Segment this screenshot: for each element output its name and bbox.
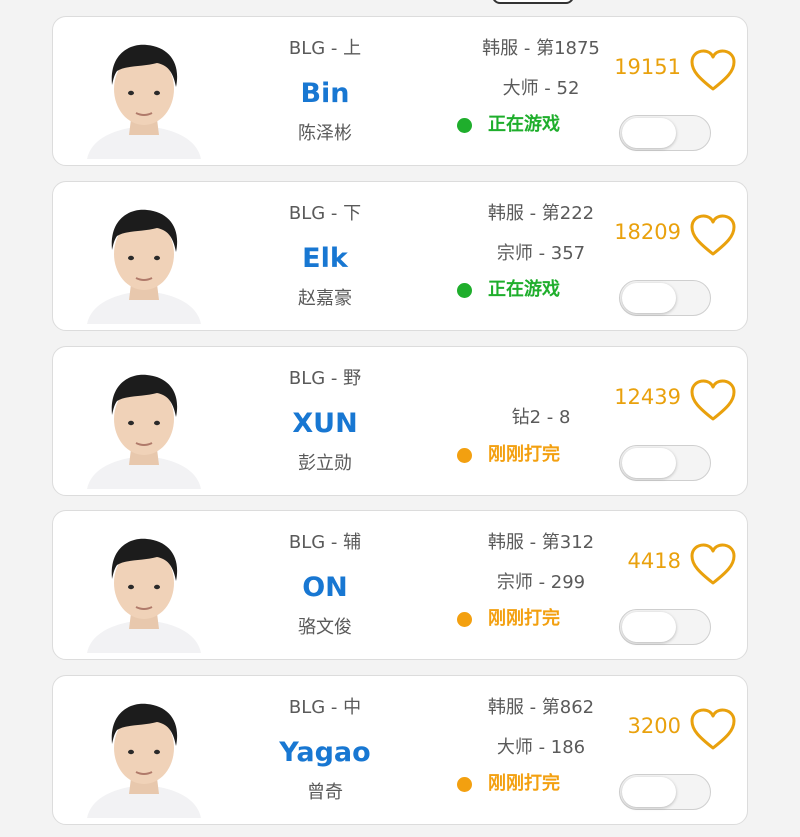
status-indicator: 正在游戏 bbox=[457, 113, 560, 137]
team-position: BLG - 上 bbox=[288, 38, 362, 59]
player-real-name: 陈泽彬 bbox=[298, 123, 352, 144]
status-text: 刚刚打完 bbox=[488, 444, 560, 465]
like-count: 19151 bbox=[614, 55, 681, 79]
team-position: BLG - 下 bbox=[288, 203, 362, 224]
status-dot-icon bbox=[457, 776, 472, 792]
heart-icon[interactable] bbox=[689, 707, 737, 751]
follow-toggle[interactable] bbox=[619, 445, 711, 481]
top-tab-edge[interactable] bbox=[492, 0, 574, 4]
player-card[interactable]: BLG - 野 XUN 彭立勋 钻2 - 8 刚刚打完 12439 bbox=[52, 346, 748, 496]
status-indicator: 刚刚打完 bbox=[457, 607, 560, 631]
like-count: 18209 bbox=[614, 220, 681, 244]
player-id[interactable]: Elk bbox=[265, 242, 385, 276]
player-avatar bbox=[81, 357, 207, 489]
player-avatar bbox=[81, 686, 207, 818]
like-count: 3200 bbox=[627, 714, 681, 738]
server-rank: 韩服 - 第222 bbox=[487, 203, 595, 224]
player-card[interactable]: BLG - 下 Elk 赵嘉豪 韩服 - 第222 宗师 - 357 正在游戏 … bbox=[52, 181, 748, 331]
team-position: BLG - 野 bbox=[288, 368, 362, 389]
status-text: 刚刚打完 bbox=[488, 608, 560, 629]
player-id[interactable]: Yagao bbox=[265, 736, 385, 770]
status-indicator: 刚刚打完 bbox=[457, 443, 560, 467]
toggle-knob bbox=[622, 118, 676, 148]
player-real-name: 曾奇 bbox=[307, 782, 343, 803]
team-position: BLG - 中 bbox=[288, 697, 362, 718]
heart-icon[interactable] bbox=[689, 378, 737, 422]
follow-toggle[interactable] bbox=[619, 115, 711, 151]
player-card[interactable]: BLG - 中 Yagao 曾奇 韩服 - 第862 大师 - 186 刚刚打完… bbox=[52, 675, 748, 825]
tier-rank: 宗师 - 299 bbox=[496, 572, 586, 593]
status-text: 正在游戏 bbox=[488, 279, 560, 300]
follow-toggle[interactable] bbox=[619, 280, 711, 316]
toggle-knob bbox=[622, 283, 676, 313]
status-dot-icon bbox=[457, 447, 472, 463]
server-rank: 韩服 - 第1875 bbox=[482, 38, 600, 59]
status-indicator: 正在游戏 bbox=[457, 278, 560, 302]
tier-rank: 钻2 - 8 bbox=[511, 407, 571, 428]
toggle-knob bbox=[622, 777, 676, 807]
toggle-knob bbox=[622, 448, 676, 478]
player-card[interactable]: BLG - 辅 ON 骆文俊 韩服 - 第312 宗师 - 299 刚刚打完 4… bbox=[52, 510, 748, 660]
player-id[interactable]: XUN bbox=[265, 407, 385, 441]
server-rank: 韩服 - 第312 bbox=[487, 532, 595, 553]
tier-rank: 宗师 - 357 bbox=[496, 243, 586, 264]
player-id[interactable]: ON bbox=[265, 571, 385, 605]
toggle-knob bbox=[622, 612, 676, 642]
like-count: 4418 bbox=[627, 549, 681, 573]
server-rank: 韩服 - 第862 bbox=[487, 697, 595, 718]
status-text: 刚刚打完 bbox=[488, 773, 560, 794]
team-position: BLG - 辅 bbox=[288, 532, 362, 553]
player-real-name: 赵嘉豪 bbox=[298, 288, 352, 309]
heart-icon[interactable] bbox=[689, 48, 737, 92]
follow-toggle[interactable] bbox=[619, 609, 711, 645]
player-real-name: 骆文俊 bbox=[298, 617, 352, 638]
status-dot-icon bbox=[457, 282, 472, 298]
status-dot-icon bbox=[457, 117, 472, 133]
status-text: 正在游戏 bbox=[488, 114, 560, 135]
status-indicator: 刚刚打完 bbox=[457, 772, 560, 796]
status-dot-icon bbox=[457, 611, 472, 627]
player-real-name: 彭立勋 bbox=[298, 453, 352, 474]
player-id[interactable]: Bin bbox=[265, 77, 385, 111]
heart-icon[interactable] bbox=[689, 542, 737, 586]
player-avatar bbox=[81, 27, 207, 159]
heart-icon[interactable] bbox=[689, 213, 737, 257]
player-avatar bbox=[81, 521, 207, 653]
follow-toggle[interactable] bbox=[619, 774, 711, 810]
player-avatar bbox=[81, 192, 207, 324]
tier-rank: 大师 - 186 bbox=[496, 737, 586, 758]
tier-rank: 大师 - 52 bbox=[502, 78, 580, 99]
like-count: 12439 bbox=[614, 385, 681, 409]
player-card[interactable]: BLG - 上 Bin 陈泽彬 韩服 - 第1875 大师 - 52 正在游戏 … bbox=[52, 16, 748, 166]
